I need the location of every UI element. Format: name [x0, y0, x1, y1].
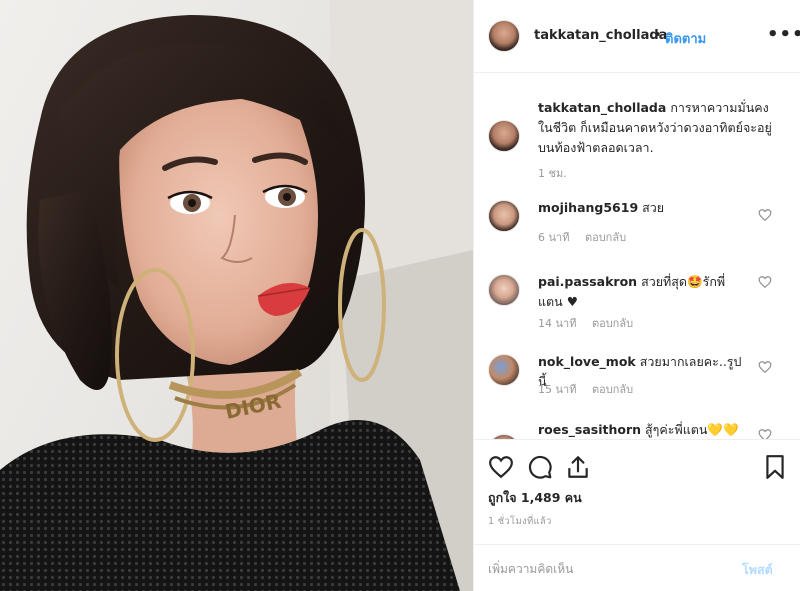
bookmark-icon[interactable] [762, 454, 788, 480]
author-avatar[interactable] [488, 20, 520, 52]
comment-item: pai.passakron สวยที่สุด🤩รักพี่แตน ♥ 14 น… [474, 272, 800, 352]
post-side-panel: takkatan_chollada • ติดตาม ••• takkatan_… [474, 0, 800, 591]
comment-like-icon[interactable] [758, 360, 772, 374]
like-count[interactable]: ถูกใจ 1,489 คน [488, 488, 582, 508]
comment-username[interactable]: pai.passakron [538, 274, 637, 289]
comment-username[interactable]: mojihang5619 [538, 200, 638, 215]
comment-icon[interactable] [527, 454, 553, 480]
comment-like-icon[interactable] [758, 428, 772, 439]
separator-dot: • [654, 28, 662, 43]
post-button[interactable]: โพสต์ [742, 560, 773, 580]
caption-avatar[interactable] [488, 120, 520, 152]
comment-time: 15 นาที [538, 383, 577, 396]
reply-button[interactable]: ตอบกลับ [592, 317, 633, 330]
follow-button[interactable]: ติดตาม [665, 28, 706, 49]
post-photo[interactable]: DIOR [0, 0, 473, 591]
post-header: takkatan_chollada • ติดตาม ••• [474, 0, 800, 73]
comment-input[interactable] [488, 558, 728, 580]
comment-username[interactable]: roes_sasithorn [538, 422, 641, 437]
comment-meta: 14 นาที ตอบกลับ [538, 314, 645, 332]
add-comment-section: โพสต์ [474, 544, 800, 591]
comment-meta: 15 นาที ตอบกลับ [538, 380, 645, 398]
reply-button[interactable]: ตอบกลับ [585, 231, 626, 244]
author-username[interactable]: takkatan_chollada [534, 28, 667, 43]
portrait-illustration: DIOR [0, 0, 473, 591]
caption-username[interactable]: takkatan_chollada [538, 100, 666, 115]
comment-item: mojihang5619 สวย 6 นาที ตอบกลับ [474, 198, 800, 278]
commenter-avatar[interactable] [488, 200, 520, 232]
heart-icon[interactable] [488, 454, 514, 480]
comment-body: สวย [642, 200, 665, 215]
comment-like-icon[interactable] [758, 275, 772, 289]
commenter-avatar[interactable] [488, 354, 520, 386]
comment-time: 6 นาที [538, 231, 570, 244]
post-actions: ถูกใจ 1,489 คน 1 ชั่วโมงที่แล้ว โพสต์ [474, 439, 800, 591]
post-timestamp[interactable]: 1 ชั่วโมงที่แล้ว [488, 514, 552, 529]
comment-body: สู้ๆค่ะพี่แตน💛💛 [645, 422, 739, 437]
comment-time: 14 นาที [538, 317, 577, 330]
share-icon[interactable] [565, 454, 591, 480]
comment-text: roes_sasithorn สู้ๆค่ะพี่แตน💛💛 [538, 420, 748, 439]
caption: takkatan_chollada การหาความมั่นคงในชีวิต… [538, 98, 782, 158]
comment-item: roes_sasithorn สู้ๆค่ะพี่แตน💛💛 [474, 420, 800, 439]
comment-text: mojihang5619 สวย [538, 198, 748, 218]
caption-timestamp: 1 ชม. [538, 167, 567, 180]
commenter-avatar[interactable] [488, 274, 520, 306]
reply-button[interactable]: ตอบกลับ [592, 383, 633, 396]
comments-list[interactable]: takkatan_chollada การหาความมั่นคงในชีวิต… [474, 74, 800, 439]
comment-text: pai.passakron สวยที่สุด🤩รักพี่แตน ♥ [538, 272, 748, 312]
more-options-icon[interactable]: ••• [767, 24, 800, 45]
comment-like-icon[interactable] [758, 208, 772, 222]
comment-username[interactable]: nok_love_mok [538, 354, 636, 369]
comment-meta: 6 นาที ตอบกลับ [538, 228, 638, 246]
